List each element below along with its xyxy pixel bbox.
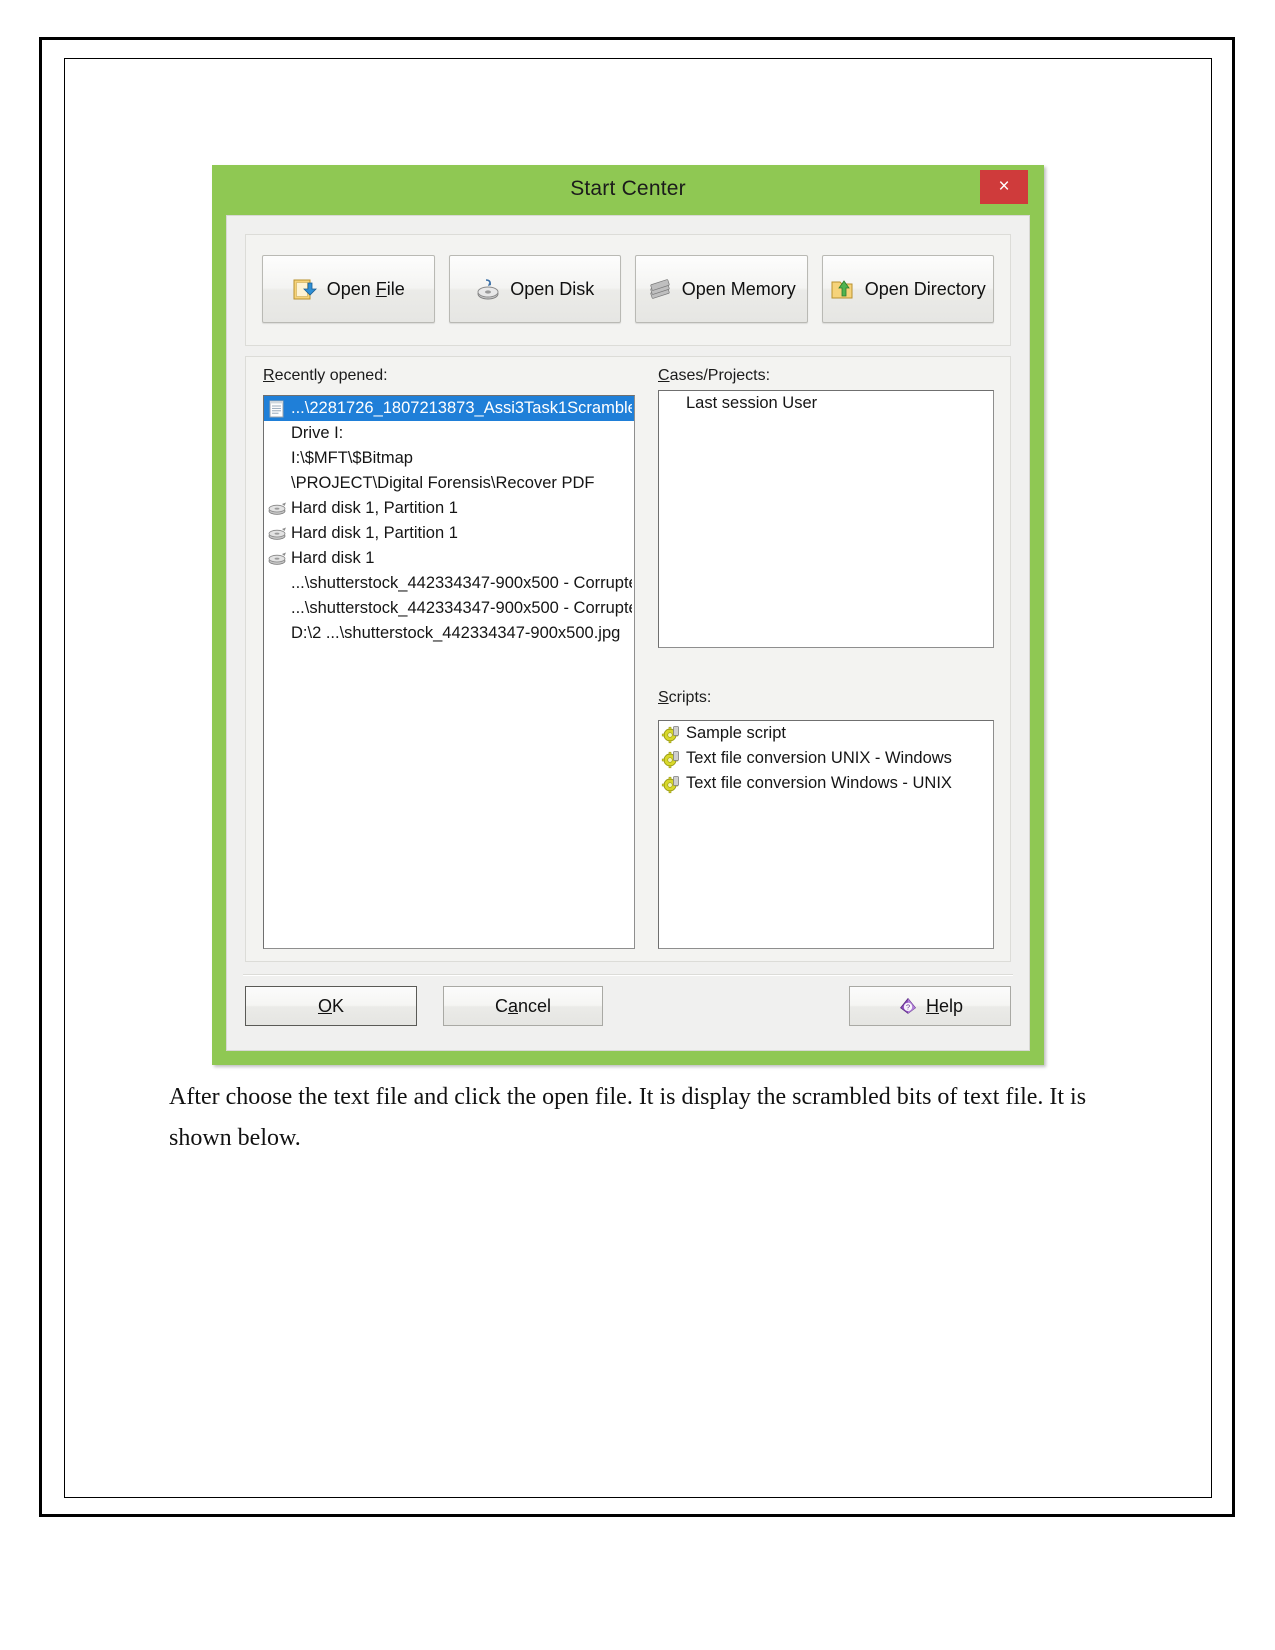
list-item-label: Sample script bbox=[686, 724, 786, 742]
list-item[interactable]: Hard disk 1, Partition 1 bbox=[264, 521, 634, 546]
help-accel: H bbox=[925, 995, 939, 1016]
dialog-titlebar: Start Center × bbox=[212, 165, 1044, 215]
open-disk-label: Open Disk bbox=[510, 278, 595, 299]
list-item[interactable]: Drive I: bbox=[264, 421, 634, 446]
scripts-label: Scripts: bbox=[658, 689, 711, 707]
cases-scripts-column: Cases/Projects: Last session User Script… bbox=[658, 367, 994, 949]
open-file-icon bbox=[293, 279, 317, 300]
open-file-button[interactable]: Open File bbox=[262, 255, 435, 323]
open-directory-button[interactable]: Open Directory bbox=[821, 255, 994, 323]
cancel-button-label: Cancel bbox=[495, 996, 551, 1017]
help-post: elp bbox=[938, 995, 964, 1016]
list-item-label: ...\shutterstock_442334347-900x500 - Cor… bbox=[291, 574, 632, 592]
help-button[interactable]: ? Help bbox=[849, 986, 1011, 1026]
help-icon: ? bbox=[899, 997, 916, 1014]
list-item[interactable]: Hard disk 1, Partition 1 bbox=[264, 496, 634, 521]
recently-opened-accel: R bbox=[263, 367, 275, 384]
list-item-label: Text file conversion Windows - UNIX bbox=[686, 774, 952, 792]
cancel-button[interactable]: Cancel bbox=[443, 986, 603, 1026]
list-item-label: Hard disk 1 bbox=[291, 549, 375, 567]
list-item-label: ...\2281726_1807213873_Assi3Task1Scrambl… bbox=[291, 399, 632, 417]
button-separator bbox=[243, 974, 1013, 976]
dialog-title: Start Center bbox=[570, 177, 686, 200]
list-item-label: Last session User bbox=[686, 394, 818, 412]
open-disk-button[interactable]: Open Disk bbox=[448, 255, 621, 323]
recently-opened-listbox[interactable]: ...\2281726_1807213873_Assi3Task1Scrambl… bbox=[263, 395, 635, 949]
script-icon bbox=[661, 725, 679, 743]
open-directory-label: Open Directory bbox=[864, 278, 986, 299]
open-file-label: Open File bbox=[326, 278, 405, 299]
list-item-label: Hard disk 1, Partition 1 bbox=[291, 524, 458, 542]
caption-paragraph: After choose the text file and click the… bbox=[169, 1084, 1087, 1152]
list-item-label: Hard disk 1, Partition 1 bbox=[291, 499, 458, 517]
hard-disk-icon bbox=[268, 502, 286, 515]
scripts-label-rest: cripts: bbox=[668, 689, 712, 706]
list-item[interactable]: Sample script bbox=[659, 721, 993, 746]
recently-opened-label: Recently opened: bbox=[263, 367, 635, 385]
cancel-post: ncel bbox=[517, 995, 552, 1016]
open-toolbar-group: Open File Open Disk Open Memory Open Dir… bbox=[245, 234, 1011, 346]
list-item-label: I:\$MFT\$Bitmap bbox=[291, 449, 413, 467]
list-item[interactable]: D:\2 ...\shutterstock_442334347-900x500.… bbox=[264, 621, 634, 646]
list-item[interactable]: ...\shutterstock_442334347-900x500 - Cor… bbox=[264, 596, 634, 621]
ok-button-label: OK bbox=[318, 996, 344, 1017]
list-item-label: \PROJECT\Digital Forensis\Recover PDF bbox=[291, 474, 595, 492]
list-item[interactable]: ...\2281726_1807213873_Assi3Task1Scrambl… bbox=[264, 396, 634, 421]
cancel-accel: a bbox=[507, 995, 518, 1016]
svg-text:?: ? bbox=[906, 1003, 910, 1012]
recently-opened-label-rest: ecently opened: bbox=[274, 367, 388, 384]
hard-disk-icon bbox=[268, 552, 286, 565]
open-disk-icon bbox=[477, 279, 499, 300]
cases-projects-label-rest: ases/Projects: bbox=[669, 367, 771, 384]
open-toolbar-row: Open File Open Disk Open Memory Open Dir… bbox=[246, 235, 1010, 343]
close-icon[interactable]: × bbox=[980, 170, 1028, 204]
cases-projects-accel: C bbox=[658, 367, 670, 384]
recently-opened-column: Recently opened: ...\2281726_1807213873_… bbox=[263, 367, 635, 949]
open-memory-icon bbox=[650, 279, 670, 299]
script-icon bbox=[661, 775, 679, 793]
start-center-dialog: Start Center × Open File Open Disk Open … bbox=[212, 165, 1044, 1065]
cases-projects-label: Cases/Projects: bbox=[658, 367, 994, 385]
list-item-label: D:\2 ...\shutterstock_442334347-900x500.… bbox=[291, 624, 621, 642]
ok-post: K bbox=[332, 995, 345, 1016]
dialog-body: Open File Open Disk Open Memory Open Dir… bbox=[226, 215, 1030, 1051]
hard-disk-icon bbox=[268, 527, 286, 540]
text-file-icon bbox=[269, 400, 284, 417]
list-item[interactable]: I:\$MFT\$Bitmap bbox=[264, 446, 634, 471]
document-page-inner-border: Start Center × Open File Open Disk Open … bbox=[64, 58, 1212, 1498]
document-page: Start Center × Open File Open Disk Open … bbox=[39, 37, 1235, 1517]
open-directory-icon bbox=[831, 280, 853, 299]
help-button-label: Help bbox=[926, 996, 963, 1017]
list-item[interactable]: ...\shutterstock_442334347-900x500 - Cor… bbox=[264, 571, 634, 596]
script-icon bbox=[661, 750, 679, 768]
cancel-pre: C bbox=[494, 995, 508, 1016]
list-item[interactable]: \PROJECT\Digital Forensis\Recover PDF bbox=[264, 471, 634, 496]
open-memory-label: Open Memory bbox=[681, 278, 796, 299]
dialog-button-row: OK Cancel ? Help bbox=[245, 986, 1011, 1038]
list-item-label: Drive I: bbox=[291, 424, 344, 442]
ok-button[interactable]: OK bbox=[245, 986, 417, 1026]
open-memory-button[interactable]: Open Memory bbox=[635, 255, 808, 323]
list-item-label: ...\shutterstock_442334347-900x500 - Cor… bbox=[291, 599, 632, 617]
cases-projects-listbox[interactable]: Last session User bbox=[658, 390, 994, 648]
scripts-accel: S bbox=[658, 689, 669, 706]
list-item[interactable]: Hard disk 1 bbox=[264, 546, 634, 571]
list-item[interactable]: Text file conversion UNIX - Windows bbox=[659, 746, 993, 771]
list-item-label: Text file conversion UNIX - Windows bbox=[686, 749, 952, 767]
list-item[interactable]: Text file conversion Windows - UNIX bbox=[659, 771, 993, 796]
scripts-listbox[interactable]: Sample script Text file conversion UNIX -… bbox=[658, 720, 994, 949]
lists-group: Recently opened: ...\2281726_1807213873_… bbox=[245, 356, 1011, 962]
list-item[interactable]: Last session User bbox=[659, 391, 993, 416]
ok-accel: O bbox=[317, 995, 332, 1016]
